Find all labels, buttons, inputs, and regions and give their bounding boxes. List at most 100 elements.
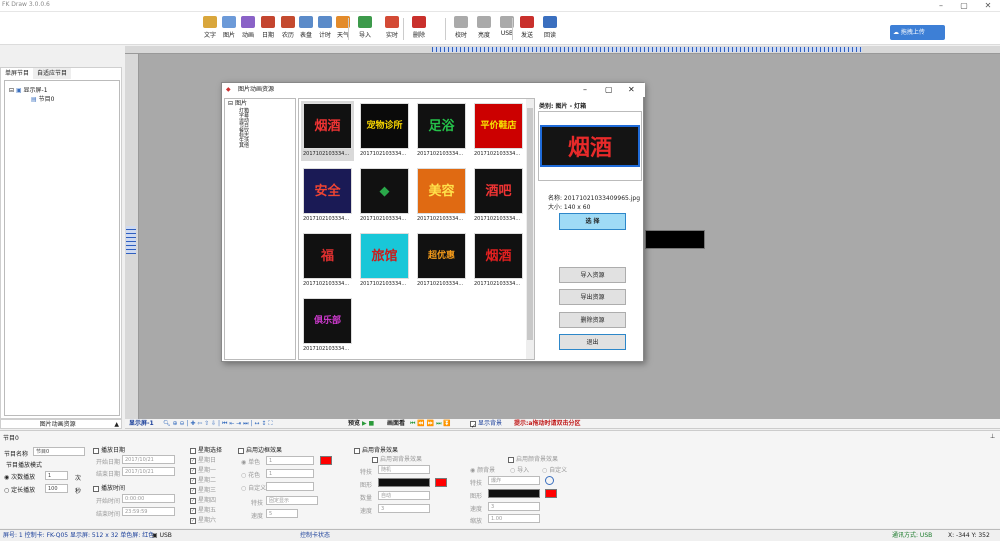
- border-color-select[interactable]: 1: [266, 469, 314, 478]
- thumbnail-item[interactable]: 烟酒 2017102103334...: [301, 101, 354, 161]
- thumbnail-item[interactable]: 俱乐部 2017102103334...: [301, 296, 354, 356]
- border-custom-preview[interactable]: [266, 482, 314, 491]
- maximize-button[interactable]: ▢: [953, 0, 975, 12]
- bg-radio-3[interactable]: ○ 自定义: [542, 465, 567, 474]
- date-section-checkbox[interactable]: 播放日期: [93, 445, 125, 454]
- scrollbar-thumb[interactable]: [527, 108, 533, 340]
- end-date-input[interactable]: 2017/10/21: [122, 467, 175, 476]
- weekday-checkbox[interactable]: ✓ 星期六: [190, 515, 216, 524]
- toolbar-button-13[interactable]: USB: [497, 15, 517, 43]
- exit-button[interactable]: 退出: [559, 334, 626, 350]
- thumbnail-item[interactable]: 安全 2017102103334...: [301, 166, 354, 226]
- bg-pattern-select[interactable]: [378, 478, 430, 487]
- toolbar-button-1[interactable]: 图片: [219, 15, 239, 43]
- pin-icon[interactable]: ⊥: [990, 433, 995, 440]
- border-speed-select[interactable]: 5: [266, 509, 298, 518]
- toolbar-button-5[interactable]: 表盘: [296, 15, 316, 43]
- bg2-color-swatch[interactable]: [545, 489, 557, 498]
- bg-color-swatch[interactable]: [435, 478, 447, 487]
- weekday-checkbox[interactable]: ✓ 星期四: [190, 495, 216, 504]
- week-section-checkbox[interactable]: 星期选择: [190, 445, 222, 454]
- tree-program-node[interactable]: ▤ 节目0: [31, 94, 54, 103]
- toolbar-button-4[interactable]: 农历: [278, 15, 298, 43]
- collapse-icon[interactable]: ▲: [114, 420, 121, 430]
- bg-sub1-checkbox[interactable]: 启用调背景效果: [372, 454, 422, 463]
- toolbar-button-2[interactable]: 动画: [238, 15, 258, 43]
- resource-library-button[interactable]: 图片动画资源 ▲: [0, 419, 122, 429]
- tree-screen-node[interactable]: ⊟ ▣ 显示屏-1: [9, 85, 48, 94]
- bg-count-select[interactable]: 自动: [378, 491, 430, 500]
- thumbnail-item[interactable]: 足浴 2017102103334...: [415, 101, 468, 161]
- import-resource-button[interactable]: 导入资源: [559, 267, 626, 283]
- weekday-checkbox[interactable]: ✓ 星期日: [190, 455, 216, 464]
- nav-icons[interactable]: ⏮ ⏪ ⏩ ⏭ ⏬: [410, 419, 451, 429]
- weekday-checkbox[interactable]: ✓ 星期三: [190, 485, 216, 494]
- export-resource-button[interactable]: 导出资源: [559, 289, 626, 305]
- bg2-pattern-select[interactable]: [488, 489, 540, 498]
- bg-effect-select[interactable]: 随机: [378, 465, 430, 474]
- close-button[interactable]: ✕: [977, 0, 999, 12]
- fixed-radio[interactable]: ○ 定长播放: [4, 485, 35, 494]
- weekday-checkbox[interactable]: ✓ 星期一: [190, 465, 216, 474]
- thumbnail-item[interactable]: 旅馆 2017102103334...: [358, 231, 411, 291]
- select-button[interactable]: 选 择: [559, 213, 626, 230]
- bg2-speed-select[interactable]: 3: [488, 502, 540, 511]
- border-color-swatch[interactable]: [320, 456, 332, 465]
- view-button[interactable]: 画面看: [387, 419, 405, 429]
- times-input[interactable]: 1: [45, 471, 68, 480]
- border-section-checkbox[interactable]: 启用边框效果: [238, 445, 282, 454]
- thumbnail-item[interactable]: 烟酒 2017102103334...: [472, 231, 525, 291]
- bg-radio-2[interactable]: ○ 导入: [510, 465, 529, 474]
- bg-section-checkbox[interactable]: 启用背景效果: [354, 445, 398, 454]
- toolbar-button-14[interactable]: 发送: [517, 15, 537, 43]
- dialog-minimize-button[interactable]: –: [583, 83, 587, 97]
- thumbnail-item[interactable]: ◆ 2017102103334...: [358, 166, 411, 226]
- toolbar-button-3[interactable]: 日期: [258, 15, 278, 43]
- cloud-upload-button[interactable]: ☁ 拖拽上传: [890, 25, 945, 40]
- thumbnail-item[interactable]: 宠物诊所 2017102103334...: [358, 101, 411, 161]
- fixed-input[interactable]: 100: [45, 484, 68, 493]
- border-custom-radio[interactable]: ○ 自定义: [241, 483, 266, 492]
- border-color-radio[interactable]: ○ 花色: [241, 470, 260, 479]
- toolbar-button-9[interactable]: 实时: [382, 15, 402, 43]
- toolbar-button-8[interactable]: 导入: [355, 15, 375, 43]
- screen-selector[interactable]: 显示屏-1: [129, 419, 154, 429]
- program-name-input[interactable]: 节目0: [33, 447, 85, 456]
- toolbar-button-12[interactable]: 亮度: [474, 15, 494, 43]
- bg-sub2-checkbox[interactable]: 启用颜背景效果: [508, 454, 558, 463]
- thumbnail-item[interactable]: 美容 2017102103334...: [415, 166, 468, 226]
- toolbar-button-7[interactable]: 天气: [333, 15, 353, 43]
- border-effect-select[interactable]: 固定显示: [266, 496, 318, 505]
- toolbar-button-10[interactable]: 删除: [409, 15, 429, 43]
- end-time-input[interactable]: 23:59:59: [122, 507, 175, 516]
- bg-radio-1[interactable]: ◉ 颜背景: [470, 465, 495, 474]
- start-time-input[interactable]: 0:00:00: [122, 494, 175, 503]
- show-background-checkbox[interactable]: ✓ 显示背景: [470, 419, 502, 430]
- preview-button[interactable]: 预览: [348, 419, 360, 429]
- start-date-input[interactable]: 2017/10/21: [122, 455, 175, 464]
- weekday-checkbox[interactable]: ✓ 星期五: [190, 505, 216, 514]
- thumbnail-item[interactable]: 超优惠 2017102103334...: [415, 231, 468, 291]
- bg2-effect-select[interactable]: 爆炸: [488, 476, 540, 485]
- tab-single-program[interactable]: 单屏节目: [2, 68, 32, 79]
- times-radio[interactable]: ◉ 次数播放: [4, 472, 35, 481]
- minimize-button[interactable]: –: [930, 0, 952, 12]
- thumbnail-item[interactable]: 福 2017102103334...: [301, 231, 354, 291]
- toolbar-button-0[interactable]: 文字: [200, 15, 220, 43]
- tree-root-images[interactable]: ⊟ 图片: [225, 99, 295, 109]
- bg2-scale-input[interactable]: 1.00: [488, 514, 540, 523]
- thumbnail-item[interactable]: 酒吧 2017102103334...: [472, 166, 525, 226]
- category-item[interactable]: 其他: [239, 144, 295, 149]
- time-section-checkbox[interactable]: 播放时间: [93, 483, 125, 492]
- toolbar-button-15[interactable]: 回读: [540, 15, 560, 43]
- refresh-icon[interactable]: [545, 476, 554, 485]
- dialog-maximize-button[interactable]: ▢: [605, 83, 613, 97]
- zoom-icons[interactable]: 🔍︎ ⊕ ⊖ | ✚ ⇦ ⇧ ⇩ | ⏮ ⇤ ⇥ ⏭ | ↔ ↕ ⛶: [163, 419, 272, 429]
- delete-resource-button[interactable]: 删除资源: [559, 312, 626, 328]
- thumbnail-item[interactable]: 平价鞋店 2017102103334...: [472, 101, 525, 161]
- led-screen-area[interactable]: [645, 230, 705, 249]
- border-single-radio[interactable]: ◉ 单色: [241, 457, 260, 466]
- weekday-checkbox[interactable]: ✓ 星期二: [190, 475, 216, 484]
- toolbar-button-11[interactable]: 校时: [451, 15, 471, 43]
- bg-speed-select[interactable]: 3: [378, 504, 430, 513]
